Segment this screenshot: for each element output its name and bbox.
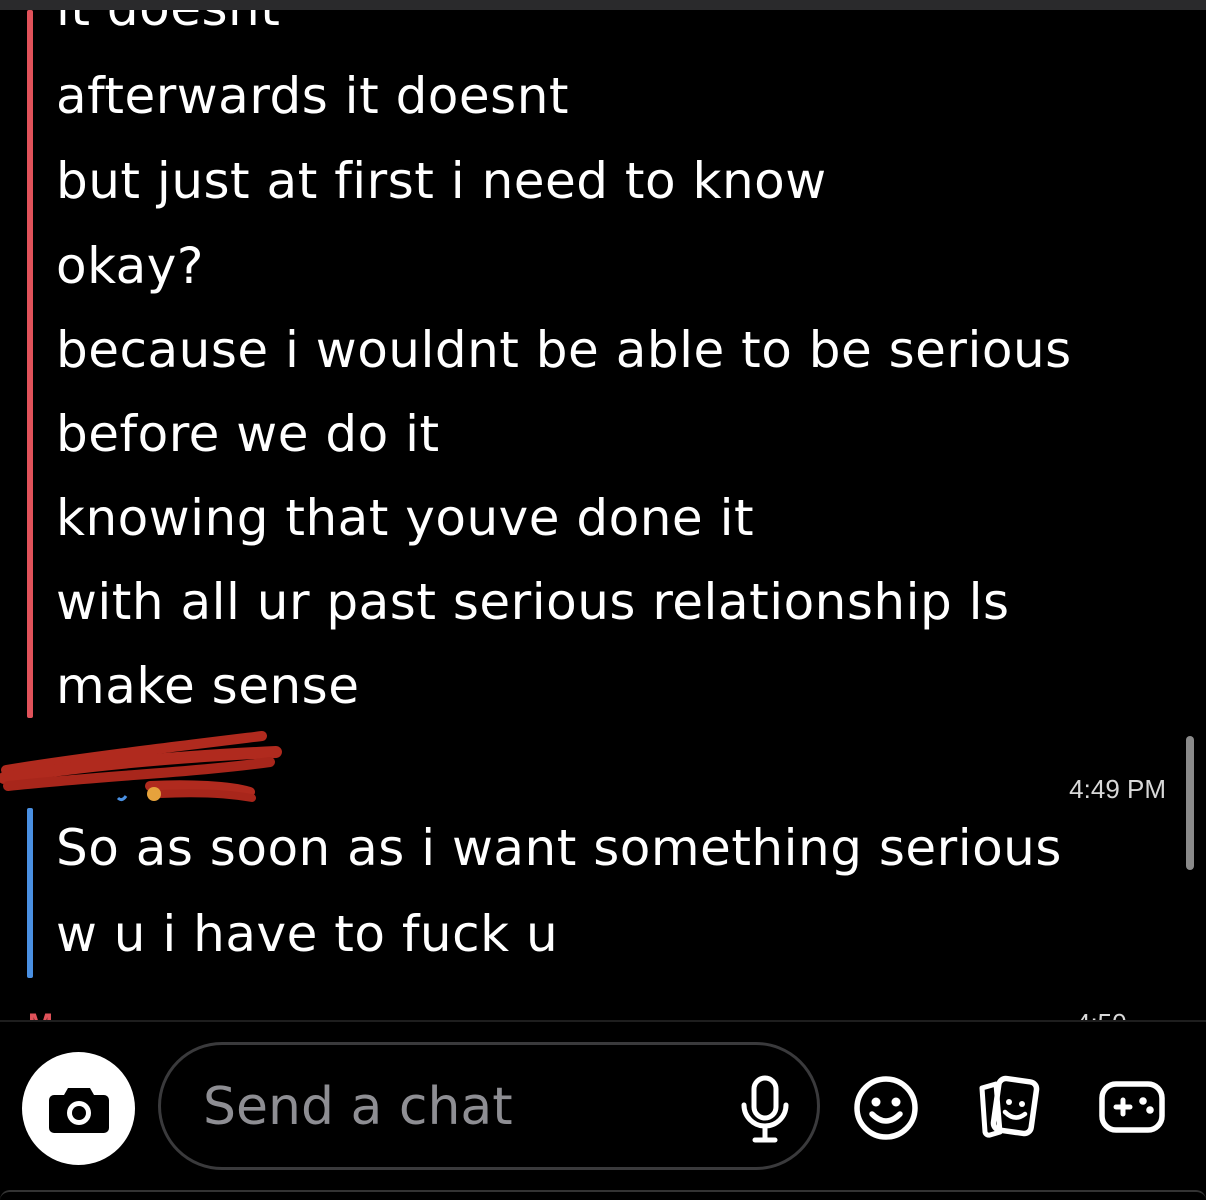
message-accent-bar <box>27 10 33 718</box>
message-group-self: So as soon as i want something serious w… <box>0 808 1206 988</box>
next-message-timestamp: 4:50 PM <box>1076 1006 1166 1020</box>
message-line: make sense <box>56 657 360 715</box>
message-line: knowing that youve done it <box>56 489 755 547</box>
camera-button[interactable] <box>22 1052 135 1165</box>
chat-input-pill[interactable] <box>158 1042 820 1170</box>
message-sender-header: 4:49 PM <box>0 728 1206 808</box>
scrollbar-thumb[interactable] <box>1186 736 1194 870</box>
message-line: afterwards it doesnt <box>56 67 570 125</box>
chat-message-list[interactable]: it doesnt afterwards it doesnt but just … <box>0 10 1206 1020</box>
smiley-icon <box>854 1076 918 1140</box>
sticker-cards-icon <box>979 1075 1040 1138</box>
chat-composer <box>0 1022 1206 1200</box>
message-timestamp: 4:49 PM <box>1069 774 1166 804</box>
message-line: w u i have to fuck u <box>56 905 559 963</box>
message-line: okay? <box>56 237 204 295</box>
message-line: with all ur past serious relationship ls <box>56 573 1010 631</box>
microphone-icon <box>741 1075 789 1143</box>
message-line: So as soon as i want something serious <box>56 819 1062 877</box>
games-button[interactable] <box>1096 1072 1168 1144</box>
bottom-sheet-edge <box>0 1190 1206 1200</box>
message-group-partner: it doesnt afterwards it doesnt but just … <box>0 10 1206 728</box>
emoji-button[interactable] <box>850 1072 922 1144</box>
sender-initial: M <box>28 1010 53 1021</box>
stickers-button[interactable] <box>972 1072 1044 1144</box>
microphone-button[interactable] <box>737 1075 793 1145</box>
message-line: because i wouldnt be able to be serious <box>56 321 1072 379</box>
next-message-sender: M <box>28 1006 68 1021</box>
message-accent-bar <box>27 808 33 978</box>
message-line: but just at first i need to know <box>56 152 827 210</box>
emoji-icon <box>147 787 161 801</box>
gamepad-icon <box>1099 1081 1165 1133</box>
status-strip <box>0 0 1206 10</box>
message-line: it doesnt <box>56 10 280 38</box>
message-timestamp: 4:50 PM <box>1076 1010 1166 1020</box>
camera-icon <box>48 1087 109 1133</box>
redacted-sender-name <box>0 731 282 802</box>
message-line: before we do it <box>56 405 440 463</box>
send-chat-input[interactable] <box>203 1071 723 1143</box>
